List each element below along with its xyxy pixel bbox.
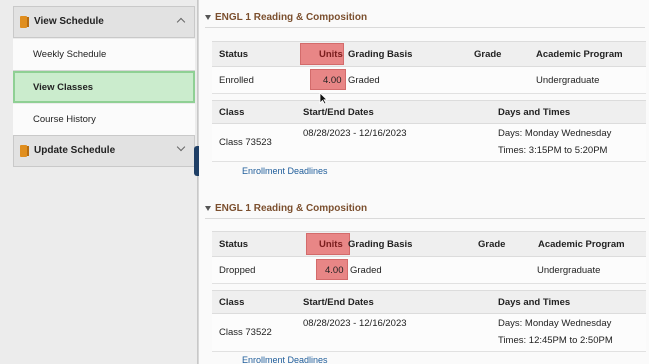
enrollment-deadlines-link[interactable]: Enrollment Deadlines (242, 355, 328, 364)
collapse-triangle-icon (205, 205, 211, 211)
nav-group-label: Update Schedule (34, 145, 116, 156)
class-table-header: Class Start/End Dates Days and Times (212, 100, 646, 124)
col-units: Units (319, 239, 343, 250)
class-days: Days: Monday Wednesday (498, 128, 612, 139)
units-value: 4.00 (325, 265, 344, 276)
schedule-folder-icon (20, 145, 29, 157)
schedule-folder-icon (20, 16, 29, 28)
course-title: ENGL 1 Reading & Composition (215, 11, 368, 23)
col-status: Status (219, 239, 249, 250)
class-dates: 08/28/2023 - 12/16/2023 (303, 128, 407, 139)
col-units: Units (319, 49, 343, 60)
col-class: Class (219, 297, 245, 308)
status-table-header: Status Units Grading Basis Grade Academi… (212, 41, 646, 67)
col-academic-program: Academic Program (538, 239, 625, 250)
class-days: Days: Monday Wednesday (498, 318, 612, 329)
main-content: ENGL 1 Reading & Composition Status Unit… (199, 0, 649, 364)
col-days-times: Days and Times (498, 297, 571, 308)
status-value: Enrolled (219, 75, 254, 86)
status-table-header: Status Units Grading Basis Grade Academi… (212, 231, 646, 257)
col-dates: Start/End Dates (303, 107, 374, 118)
class-row: Class 73523 08/28/2023 - 12/16/2023 Days… (212, 124, 646, 162)
grading-value: Graded (350, 265, 382, 276)
sidebar-item-weekly-schedule[interactable]: Weekly Schedule (13, 39, 195, 71)
nav-group-view-schedule[interactable]: View Schedule (13, 6, 195, 38)
class-number[interactable]: Class 73523 (219, 137, 272, 148)
divider (205, 218, 645, 219)
class-dates: 08/28/2023 - 12/16/2023 (303, 318, 407, 329)
program-value: Undergraduate (537, 265, 601, 276)
col-dates: Start/End Dates (303, 297, 374, 308)
units-value: 4.00 (323, 75, 342, 86)
course-title: ENGL 1 Reading & Composition (215, 202, 368, 214)
sidebar-item-view-classes[interactable]: View Classes (13, 71, 195, 103)
col-grade: Grade (478, 239, 506, 250)
enrollment-deadlines-link[interactable]: Enrollment Deadlines (242, 166, 328, 176)
col-status: Status (219, 49, 249, 60)
program-value: Undergraduate (536, 75, 600, 86)
nav-group-label: View Schedule (34, 16, 104, 27)
class-row: Class 73522 08/28/2023 - 12/16/2023 Days… (212, 314, 646, 352)
class-times: Times: 12:45PM to 2:50PM (498, 335, 613, 346)
col-grade: Grade (474, 49, 502, 60)
divider (205, 27, 645, 28)
col-grading-basis: Grading Basis (348, 239, 413, 250)
class-number[interactable]: Class 73522 (219, 327, 272, 338)
class-times: Times: 3:15PM to 5:20PM (498, 145, 608, 156)
status-value: Dropped (219, 265, 256, 276)
col-class: Class (219, 107, 245, 118)
col-grading-basis: Grading Basis (348, 49, 413, 60)
col-days-times: Days and Times (498, 107, 571, 118)
mouse-cursor-icon (319, 92, 328, 110)
status-row: Enrolled 4.00 Graded Undergraduate (212, 67, 646, 94)
sidebar-item-course-history[interactable]: Course History (13, 104, 195, 136)
chevron-down-icon[interactable] (176, 142, 186, 152)
status-row: Dropped 4.00 Graded Undergraduate (212, 257, 646, 284)
grading-value: Graded (348, 75, 380, 86)
sidebar: View Schedule Weekly Schedule View Class… (0, 0, 198, 364)
nav-group-update-schedule[interactable]: Update Schedule (13, 135, 195, 167)
class-table-header: Class Start/End Dates Days and Times (212, 290, 646, 314)
course-section-header[interactable]: ENGL 1 Reading & Composition (205, 9, 367, 25)
col-academic-program: Academic Program (536, 49, 623, 60)
chevron-up-icon[interactable] (176, 17, 186, 27)
collapse-triangle-icon (205, 14, 211, 20)
course-section-header[interactable]: ENGL 1 Reading & Composition (205, 200, 367, 216)
